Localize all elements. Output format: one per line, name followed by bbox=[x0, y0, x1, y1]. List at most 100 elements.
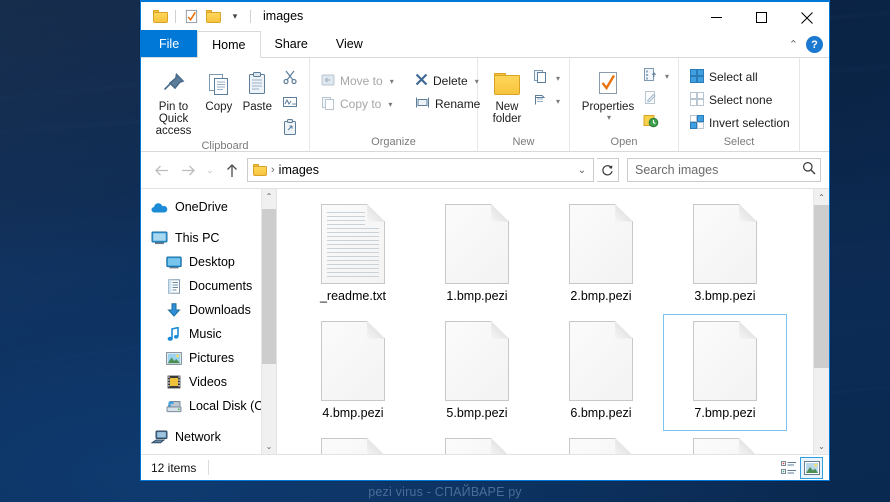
address-dropdown-icon[interactable]: ⌄ bbox=[573, 165, 591, 176]
delete-button[interactable]: Delete ▾ bbox=[410, 70, 482, 92]
file-item[interactable]: 11.bmp.pezi bbox=[663, 431, 787, 454]
chevron-down-icon: ▾ bbox=[664, 71, 669, 81]
recent-locations-button[interactable]: ⌄ bbox=[203, 158, 217, 182]
file-item[interactable]: _readme.txt bbox=[291, 197, 415, 314]
breadcrumb-images[interactable]: images bbox=[279, 163, 319, 177]
quick-access-toolbar: ▾ bbox=[141, 2, 255, 31]
large-icons-view-button[interactable] bbox=[800, 456, 823, 479]
edit-button[interactable] bbox=[640, 88, 672, 110]
move-to-button[interactable]: Move to ▾ bbox=[316, 70, 398, 92]
cut-scissors-icon[interactable] bbox=[277, 65, 303, 89]
customize-quick-access-caret[interactable]: ▾ bbox=[224, 6, 246, 28]
file-item[interactable]: 2.bmp.pezi bbox=[539, 197, 663, 314]
content-scroll-thumb[interactable] bbox=[814, 205, 829, 369]
new-folder-icon[interactable] bbox=[202, 6, 224, 28]
search-box[interactable] bbox=[627, 158, 821, 182]
tab-file[interactable]: File bbox=[141, 30, 198, 57]
sidebar-item-label: Local Disk (C:) bbox=[189, 399, 271, 413]
open-button[interactable]: ▾ bbox=[640, 65, 672, 87]
explorer-folder-icon[interactable] bbox=[149, 6, 171, 28]
up-button[interactable] bbox=[220, 158, 244, 182]
minimize-button[interactable] bbox=[694, 2, 739, 33]
desktop-icon bbox=[165, 256, 182, 269]
blank-file-icon bbox=[693, 204, 757, 284]
properties-checkmark-icon[interactable] bbox=[180, 6, 202, 28]
search-input[interactable] bbox=[635, 163, 802, 177]
paste-button[interactable]: Paste bbox=[238, 63, 277, 113]
sidebar-item-pictures[interactable]: Pictures bbox=[141, 346, 276, 370]
file-item[interactable]: 4.bmp.pezi bbox=[291, 314, 415, 431]
file-item[interactable]: 7.bmp.pezi bbox=[663, 314, 787, 431]
easy-access-button[interactable]: ▾ bbox=[530, 90, 563, 112]
details-view-button[interactable] bbox=[777, 457, 800, 479]
help-button[interactable]: ? bbox=[806, 36, 823, 53]
button-label: Invert selection bbox=[709, 116, 790, 130]
view-mode-buttons bbox=[777, 456, 827, 479]
watermark-text: pezi virus - СПАЙВАРЕ ру bbox=[368, 485, 522, 499]
select-none-button[interactable]: Select none bbox=[685, 89, 795, 111]
close-button[interactable] bbox=[784, 2, 829, 33]
new-folder-button[interactable]: New folder bbox=[484, 63, 530, 125]
music-note-icon bbox=[165, 326, 182, 342]
back-button[interactable] bbox=[149, 158, 173, 182]
content-scrollbar[interactable]: ⌃ ⌄ bbox=[813, 189, 829, 454]
sidebar-item-label: Music bbox=[189, 327, 222, 341]
button-label: Move to bbox=[340, 74, 383, 88]
collapse-ribbon-icon[interactable]: ⌃ bbox=[789, 38, 798, 51]
refresh-button[interactable] bbox=[597, 158, 619, 182]
select-all-button[interactable]: Select all bbox=[685, 66, 795, 88]
copy-button[interactable]: Copy bbox=[200, 63, 238, 113]
divider bbox=[175, 10, 176, 23]
file-item[interactable]: 8.bmp.pezi bbox=[291, 431, 415, 454]
sidebar-item-onedrive[interactable]: OneDrive bbox=[141, 195, 276, 219]
file-name-label: _readme.txt bbox=[319, 289, 386, 303]
file-item[interactable]: 1.bmp.pezi bbox=[415, 197, 539, 314]
history-button[interactable] bbox=[640, 111, 672, 133]
new-item-button[interactable]: ▾ bbox=[530, 67, 563, 89]
tab-view[interactable]: View bbox=[322, 30, 377, 57]
paste-shortcut-icon[interactable] bbox=[277, 115, 303, 139]
button-label: Paste bbox=[242, 101, 273, 113]
sidebar-item-videos[interactable]: Videos bbox=[141, 370, 276, 394]
file-item[interactable]: 5.bmp.pezi bbox=[415, 314, 539, 431]
item-count-label: 12 items bbox=[151, 460, 197, 475]
sidebar-item-documents[interactable]: Documents bbox=[141, 274, 276, 298]
file-item[interactable]: 10.bmp.pezi bbox=[539, 431, 663, 454]
address-path-box[interactable]: › images ⌄ bbox=[247, 158, 594, 182]
file-name-label: 5.bmp.pezi bbox=[446, 406, 508, 420]
scroll-down-arrow[interactable]: ⌄ bbox=[262, 439, 276, 454]
sidebar-item-desktop[interactable]: Desktop bbox=[141, 250, 276, 274]
file-item[interactable]: 3.bmp.pezi bbox=[663, 197, 787, 314]
forward-button[interactable] bbox=[176, 158, 200, 182]
copy-path-icon[interactable] bbox=[277, 90, 303, 114]
sidebar-scroll-thumb[interactable] bbox=[262, 208, 276, 364]
copy-to-button[interactable]: Copy to ▾ bbox=[316, 93, 398, 115]
sidebar-item-this-pc[interactable]: This PC bbox=[141, 226, 276, 250]
pin-to-quick-access-button[interactable]: Pin to Quick access bbox=[147, 63, 200, 137]
pin-icon bbox=[161, 67, 187, 101]
content-scroll-track[interactable] bbox=[814, 205, 829, 438]
sidebar-scrollbar[interactable]: ⌃ ⌄ bbox=[261, 189, 276, 454]
sidebar-item-local-disk-c[interactable]: Local Disk (C:) bbox=[141, 394, 276, 418]
rename-button[interactable]: Rename bbox=[410, 93, 482, 115]
tab-home[interactable]: Home bbox=[197, 31, 261, 58]
invert-selection-button[interactable]: Invert selection bbox=[685, 112, 795, 134]
button-label-2: folder bbox=[492, 113, 522, 125]
tab-share[interactable]: Share bbox=[261, 30, 322, 57]
file-list-pane[interactable]: _readme.txt 1.bmp.pezi 2.bmp.pezi 3.bmp.pez… bbox=[276, 189, 829, 454]
rename-icon bbox=[415, 96, 430, 112]
sidebar-item-label: Downloads bbox=[189, 303, 251, 317]
sidebar-item-network[interactable]: Network bbox=[141, 425, 276, 449]
file-item[interactable]: 6.bmp.pezi bbox=[539, 314, 663, 431]
search-icon[interactable] bbox=[802, 161, 816, 180]
file-item[interactable]: 9.bmp.pezi bbox=[415, 431, 539, 454]
sidebar-item-downloads[interactable]: Downloads bbox=[141, 298, 276, 322]
scroll-up-arrow[interactable]: ⌃ bbox=[814, 189, 829, 205]
sidebar-scroll-track[interactable] bbox=[262, 204, 276, 439]
ribbon-group-open: Properties ▾ ▾ Open bbox=[570, 58, 679, 151]
sidebar-item-music[interactable]: Music bbox=[141, 322, 276, 346]
scroll-down-arrow[interactable]: ⌄ bbox=[814, 438, 829, 454]
properties-button[interactable]: Properties ▾ bbox=[576, 63, 640, 122]
scroll-up-arrow[interactable]: ⌃ bbox=[262, 189, 276, 204]
maximize-button[interactable] bbox=[739, 2, 784, 33]
